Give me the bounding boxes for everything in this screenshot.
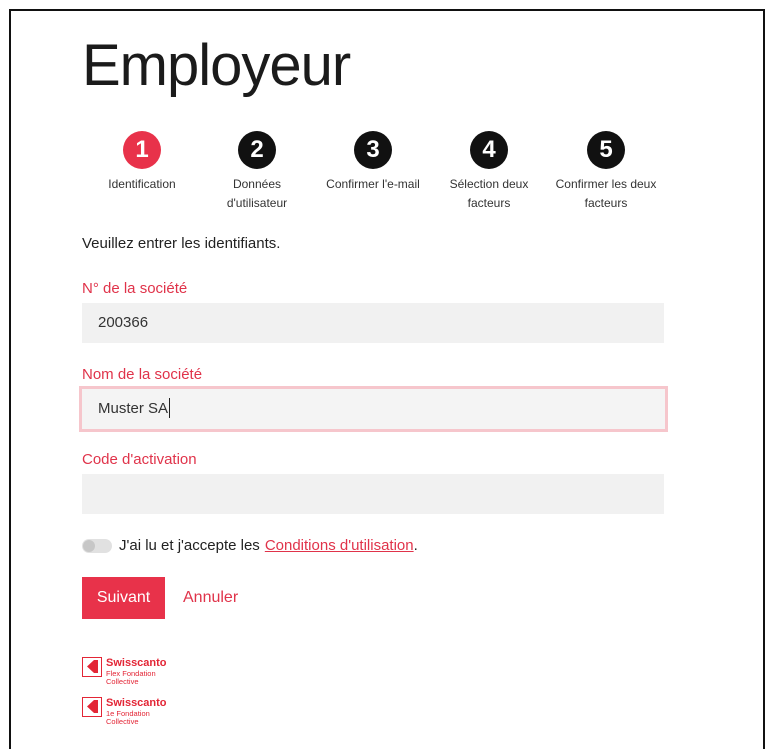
page-title: Employeur	[82, 33, 351, 98]
step-label: Identification	[108, 177, 176, 191]
activation-code-label: Code d'activation	[82, 451, 197, 468]
swisscanto-1e-logo: Swisscanto 1e Fondation Collective	[82, 697, 167, 726]
step-confirm-email: 3 Confirmer l'e-mail	[313, 131, 433, 194]
form-intro: Veuillez entrer les identifiants.	[82, 235, 281, 252]
step-confirm-two-factors: 5 Confirmer les deux facteurs	[546, 131, 666, 213]
company-name-field[interactable]: Muster SA	[79, 386, 668, 432]
step-label: Données d'utilisateur	[226, 177, 288, 210]
text-caret	[169, 397, 171, 418]
step-number: 3	[354, 131, 392, 169]
step-user-data: 2 Données d'utilisateur	[197, 131, 317, 213]
terms-text: J'ai lu et j'accepte les	[119, 537, 260, 554]
logo-sub: Collective	[106, 717, 139, 726]
company-name-label: Nom de la société	[82, 366, 203, 383]
terms-toggle[interactable]	[82, 538, 112, 553]
terms-suffix: .	[413, 537, 418, 554]
step-number: 5	[587, 131, 625, 169]
company-number-field[interactable]: 200366	[82, 303, 664, 343]
company-name-value: Muster SA	[98, 400, 169, 417]
step-label: Sélection deux facteurs	[449, 177, 529, 210]
terms-row: J'ai lu et j'accepte les Conditions d'ut…	[82, 537, 418, 554]
step-select-two-factors: 4 Sélection deux facteurs	[429, 131, 549, 213]
terms-link[interactable]: Conditions d'utilisation	[265, 537, 414, 554]
step-label: Confirmer les deux facteurs	[555, 177, 657, 210]
company-number-value: 200366	[98, 314, 149, 331]
activation-code-field[interactable]	[82, 474, 664, 514]
cancel-link[interactable]: Annuler	[183, 577, 238, 619]
step-number: 2	[238, 131, 276, 169]
swisscanto-flex-logo: Swisscanto Flex Fondation Collective	[82, 657, 167, 686]
toggle-knob	[83, 539, 95, 552]
swisscanto-mark-icon	[82, 657, 102, 677]
logo-sub: Collective	[106, 677, 139, 686]
step-identification: 1 Identification	[82, 131, 202, 194]
swisscanto-mark-icon	[82, 697, 102, 717]
step-label: Confirmer l'e-mail	[326, 177, 420, 191]
step-number: 4	[470, 131, 508, 169]
step-number: 1	[123, 131, 161, 169]
company-number-label: N° de la société	[82, 280, 188, 297]
next-button[interactable]: Suivant	[82, 577, 165, 619]
